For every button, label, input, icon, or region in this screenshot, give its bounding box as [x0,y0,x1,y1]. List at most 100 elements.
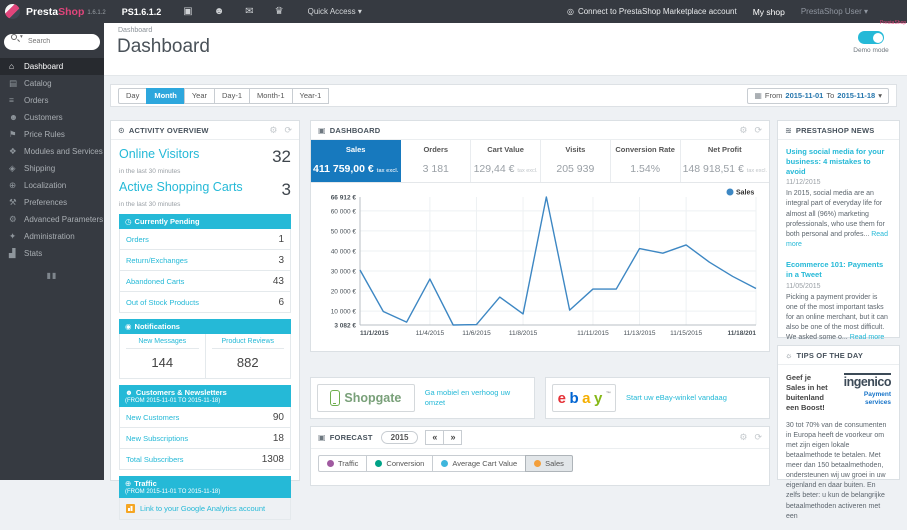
breadcrumb[interactable]: Dashboard [118,27,152,34]
prestashop-logo-icon[interactable] [5,4,20,19]
sidebar-item-advanced-parameters[interactable]: ⚙ Advanced Parameters [0,211,104,228]
range-year-1-button[interactable]: Year-1 [291,87,330,104]
search-icon [11,34,17,40]
avatar[interactable]: PrestaShop [880,2,906,26]
ebay-logo[interactable]: e b a y ™ [552,384,616,412]
sidebar-item-label: Dashboard [24,61,64,71]
cart-icon[interactable]: ▣ [183,6,192,17]
total-subscribers-row[interactable]: Total Subscribers 1308 [120,448,290,469]
kpi-tab-visits[interactable]: Visits 205 939 [541,140,611,182]
kpi-tab-orders[interactable]: Orders 3 181 [401,140,472,182]
legend-traffic-button[interactable]: Traffic [318,455,368,472]
legend-average-cart-value-button[interactable]: Average Cart Value [432,455,527,472]
pending-orders-row[interactable]: Orders 1 [120,229,290,249]
active-carts-value: 3 [281,180,291,199]
refresh-icon[interactable]: ⟳ [754,432,762,443]
sidebar-item-dashboard[interactable]: ⌂ Dashboard [0,57,104,75]
product-reviews-cell[interactable]: Product Reviews 882 [204,334,291,378]
kpi-tab-sales[interactable]: Sales 411 759,00 € tax excl. [311,140,402,182]
prestashop-logo[interactable]: PrestaShop [26,6,84,18]
range-month-1-button[interactable]: Month-1 [249,87,293,104]
marketplace-link[interactable]: ◎ Connect to PrestaShop Marketplace accou… [567,7,737,16]
svg-text:20 000 €: 20 000 € [331,289,357,296]
kpi-tab-cart-value[interactable]: Cart Value 129,44 € tax excl. [471,140,541,182]
cart-icon: ▣ [318,433,326,442]
range-day-1-button[interactable]: Day-1 [214,87,251,104]
google-analytics-link[interactable]: Link to your Google Analytics account [119,498,291,520]
gear-icon[interactable]: ⚙ [739,432,747,443]
sidebar-item-price-rules[interactable]: ⚑ Price Rules [0,126,104,143]
shopgate-logo[interactable]: Shopgate [317,384,415,412]
page-header: Dashboard Dashboard Demo mode ? Help [104,23,907,76]
sidebar-item-stats[interactable]: ▟ Stats [0,245,104,262]
panel-title: TIPS OF THE DAY [796,350,864,360]
search-scope-caret-icon[interactable]: ▾ [20,34,23,40]
sidebar-item-localization[interactable]: ⊕ Localization [0,177,104,194]
range-year-button[interactable]: Year [183,87,215,104]
news-article-title-link[interactable]: Ecommerce 101: Payments in a Tweet [786,260,891,280]
section-title: Notifications [134,322,180,331]
kpi-tab-net-profit[interactable]: Net Profit 148 918,51 € tax excl. [681,140,769,182]
ingenico-logo[interactable]: ingenico Payment services [837,373,892,414]
ebay-link[interactable]: Start uw eBay-winkel vandaag [626,393,727,403]
legend-sales-button[interactable]: Sales [525,455,573,472]
pending-returns-row[interactable]: Return/Exchanges 3 [120,249,290,270]
news-article-date: 11/05/2015 [786,282,821,290]
my-shop-link[interactable]: My shop [753,7,785,17]
sidebar-item-preferences[interactable]: ⚒ Preferences [0,194,104,211]
sidebar-item-modules[interactable]: ❖ Modules and Services [0,143,104,160]
customers-icon[interactable]: ☻ [214,6,225,17]
page-title: Dashboard [117,36,210,57]
sidebar-item-administration[interactable]: ✦ Administration [0,228,104,245]
online-visitors-link[interactable]: Online Visitors [119,147,199,167]
range-day-button[interactable]: Day [118,87,148,104]
read-more-link[interactable]: Read more [850,334,885,341]
svg-text:11/15/2015: 11/15/2015 [670,330,702,337]
messages-icon[interactable]: ✉ [245,6,253,17]
sidebar-item-label: Preferences [24,197,68,207]
date-range-picker[interactable]: ▦ From 2015-11-01 To 2015-11-18 ▾ [747,87,889,104]
shop-name[interactable]: PS1.6.1.2 [122,7,162,17]
currently-pending-section: ◷ Currently Pending Orders 1 Return/Exchan… [119,214,291,313]
sidebar-item-label: Price Rules [24,129,65,139]
range-month-button[interactable]: Month [146,87,185,104]
gear-icon[interactable]: ⚙ [739,125,747,136]
svg-text:40 000 €: 40 000 € [331,248,357,255]
demo-mode-toggle[interactable] [858,31,884,44]
sidebar-item-customers[interactable]: ☻ Customers [0,109,104,126]
svg-text:11/8/2015: 11/8/2015 [509,330,538,337]
svg-text:11/18/201: 11/18/201 [727,330,756,337]
new-customers-row[interactable]: New Customers 90 [120,407,290,427]
legend-conversion-button[interactable]: Conversion [366,455,434,472]
svg-text:11/6/2015: 11/6/2015 [462,330,491,337]
quick-access-menu[interactable]: Quick Access ▾ [308,7,362,16]
section-subtitle: (FROM 2015-11-01 TO 2015-11-18) [125,398,221,404]
forecast-legend: Traffic Conversion Average Cart Value Sa… [311,449,769,478]
trophy-icon[interactable]: ♛ [275,6,284,17]
panel-title: ACTIVITY OVERVIEW [128,125,209,135]
news-article-title-link[interactable]: Using social media for your business: 4 … [786,147,891,176]
forecast-prev-button[interactable]: « [425,430,445,445]
out-of-stock-row[interactable]: Out of Stock Products 6 [120,291,290,312]
new-subscriptions-row[interactable]: New Subscriptions 18 [120,427,290,448]
new-messages-cell[interactable]: New Messages 144 [120,334,205,378]
section-title: Traffic [134,479,157,488]
forecast-next-button[interactable]: » [443,430,463,445]
gear-icon[interactable]: ⚙ [269,125,277,136]
topbar: PrestaShop 1.6.1.2 PS1.6.1.2 ▣ ☻ ✉ ♛ Qui… [0,0,907,26]
customers-icon: ☻ [9,112,18,122]
traffic-section: ⊕ Traffic (FROM 2015-11-01 TO 2015-11-18) … [119,476,291,520]
collapse-menu-icon[interactable]: ▮▮ [0,271,104,280]
refresh-icon[interactable]: ⟳ [284,125,292,136]
news-article-excerpt: Picking a payment provider is one of the… [786,293,888,342]
user-menu[interactable]: PrestaShop User ▾ [801,7,868,16]
shopgate-link[interactable]: Ga mobiel en verhoog uw omzet [425,388,528,408]
active-carts-link[interactable]: Active Shopping Carts [119,180,243,200]
sidebar-item-orders[interactable]: ≡ Orders [0,92,104,109]
sidebar: ▾ ⌂ Dashboard ▤ Catalog ≡ Orders ☻ Customers… [0,23,104,480]
sidebar-item-catalog[interactable]: ▤ Catalog [0,75,104,92]
sidebar-item-shipping[interactable]: ◈ Shipping [0,160,104,177]
refresh-icon[interactable]: ⟳ [754,125,762,136]
abandoned-carts-row[interactable]: Abandoned Carts 43 [120,270,290,291]
kpi-tab-conversion-rate[interactable]: Conversion Rate 1.54% [611,140,681,182]
